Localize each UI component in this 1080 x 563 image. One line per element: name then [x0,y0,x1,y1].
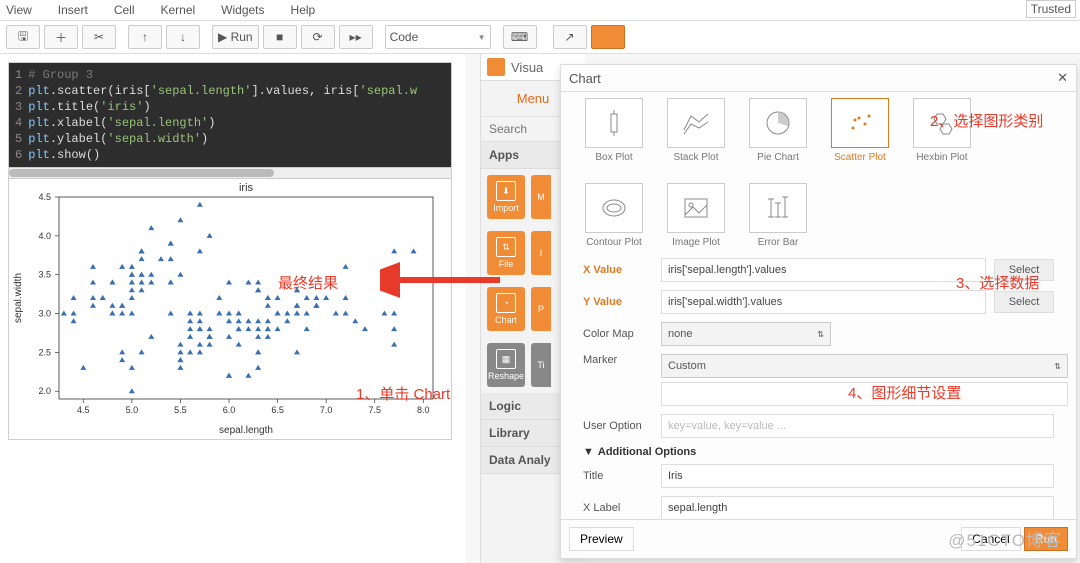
watermark: @51CTO博客 [948,526,1062,551]
colormap-label: Color Map [583,328,653,340]
menu-view[interactable]: View [6,3,32,17]
app-tile-i[interactable]: I [531,231,551,275]
chart-type-box[interactable]: Box Plot [583,98,645,163]
marker-label: Marker [583,354,653,366]
plot-output: iris 4.5 5.0 5.5 6.0 6.5 7.0 7.5 8.0 2.0 2.5 3.0 3.5… [9,179,451,439]
menu-help[interactable]: Help [291,3,316,17]
menu-widgets[interactable]: Widgets [221,3,264,17]
app-tile-ti[interactable]: Ti [531,343,551,387]
chart-type-errorbar[interactable]: Error Bar [747,183,809,248]
chart-type-hexbin[interactable]: Hexbin Plot [911,98,973,163]
svg-text:sepal.length: sepal.length [219,425,273,436]
chart-panel-title: Chart [569,71,601,86]
chart-type-scatter[interactable]: Scatter Plot [829,98,891,163]
marker-input[interactable] [661,382,1068,406]
xlabel-input[interactable] [661,496,1054,519]
svg-text:7.5: 7.5 [368,405,381,415]
svg-text:3.0: 3.0 [38,309,51,319]
app-tile-file[interactable]: ⇅File [487,231,525,275]
chart-type-stack[interactable]: Stack Plot [665,98,727,163]
line-gutter: 123456 [15,67,28,163]
move-up-button[interactable]: ↑ [128,25,162,49]
menu-insert[interactable]: Insert [58,3,88,17]
keyboard-button[interactable]: ⌨ [503,25,537,49]
svg-text:6.0: 6.0 [223,405,236,415]
code-scrollbar[interactable] [9,167,451,179]
title-input[interactable] [661,464,1054,488]
code-cell[interactable]: 123456 # Group 3 plt.scatter(iris['sepal… [8,62,452,440]
svg-text:4.5: 4.5 [77,405,90,415]
code-source[interactable]: # Group 3 plt.scatter(iris['sepal.length… [28,67,417,163]
chart-panel: Chart ✕ Box Plot Stack Plot Pie Chart Sc… [560,64,1077,559]
svg-text:6.5: 6.5 [271,405,284,415]
move-down-button[interactable]: ↓ [166,25,200,49]
stop-button[interactable]: ■ [263,25,297,49]
app-tile-m[interactable]: M [531,175,551,219]
title-label: Title [583,470,653,482]
svg-text:5.5: 5.5 [174,405,187,415]
svg-text:iris: iris [239,182,254,194]
menu-kernel[interactable]: Kernel [160,3,195,17]
brand-logo-icon [487,58,505,76]
fastforward-button[interactable]: ▸▸ [339,25,373,49]
menu-cell[interactable]: Cell [114,3,135,17]
chevron-down-icon: ▼ [583,446,594,458]
yvalue-select-button[interactable]: Select [994,291,1054,313]
svg-text:5.0: 5.0 [126,405,139,415]
useroption-input[interactable] [661,414,1054,438]
add-cell-button[interactable]: ＋ [44,25,78,49]
chart-type-pie[interactable]: Pie Chart [747,98,809,163]
colormap-select[interactable]: none⇅ [661,322,831,346]
cell-type-select[interactable]: Code▼ [385,25,491,49]
svg-text:3.5: 3.5 [38,270,51,280]
preview-button[interactable]: Preview [569,527,634,551]
svg-text:7.0: 7.0 [320,405,333,415]
save-button[interactable]: 🖫 [6,25,40,49]
additional-options-toggle[interactable]: ▼Additional Options [583,446,1054,458]
useroption-label: User Option [583,420,653,432]
yvalue-label: Y Value [583,296,653,308]
svg-text:4.5: 4.5 [38,192,51,202]
cut-button[interactable]: ✂ [82,25,116,49]
command-button[interactable]: ↗ [553,25,587,49]
xlabel-label: X Label [583,502,653,514]
run-button[interactable]: ▶ Run [212,25,259,49]
xvalue-label: X Value [583,264,653,276]
chart-type-contour[interactable]: Contour Plot [583,183,645,248]
app-tile-p[interactable]: P [531,287,551,331]
restart-button[interactable]: ⟳ [301,25,335,49]
marker-custom-select[interactable]: Custom⇅ [661,354,1068,378]
chart-type-image[interactable]: Image Plot [665,183,727,248]
visualpython-button[interactable] [591,25,625,49]
trusted-badge[interactable]: Trusted [1026,0,1076,18]
xvalue-select-button[interactable]: Select [994,259,1054,281]
close-icon[interactable]: ✕ [1057,70,1068,86]
svg-text:8.0: 8.0 [417,405,430,415]
svg-text:sepal.width: sepal.width [13,273,24,323]
app-tile-chart[interactable]: ◔Chart [487,287,525,331]
app-tile-reshape[interactable]: ▦Reshape [487,343,525,387]
brand-title: Visua [511,60,543,75]
svg-text:2.0: 2.0 [38,386,51,396]
app-tile-import[interactable]: ⬇Import [487,175,525,219]
svg-text:2.5: 2.5 [38,347,51,357]
yvalue-input[interactable] [661,290,986,314]
xvalue-input[interactable] [661,258,986,282]
svg-text:4.0: 4.0 [38,231,51,241]
